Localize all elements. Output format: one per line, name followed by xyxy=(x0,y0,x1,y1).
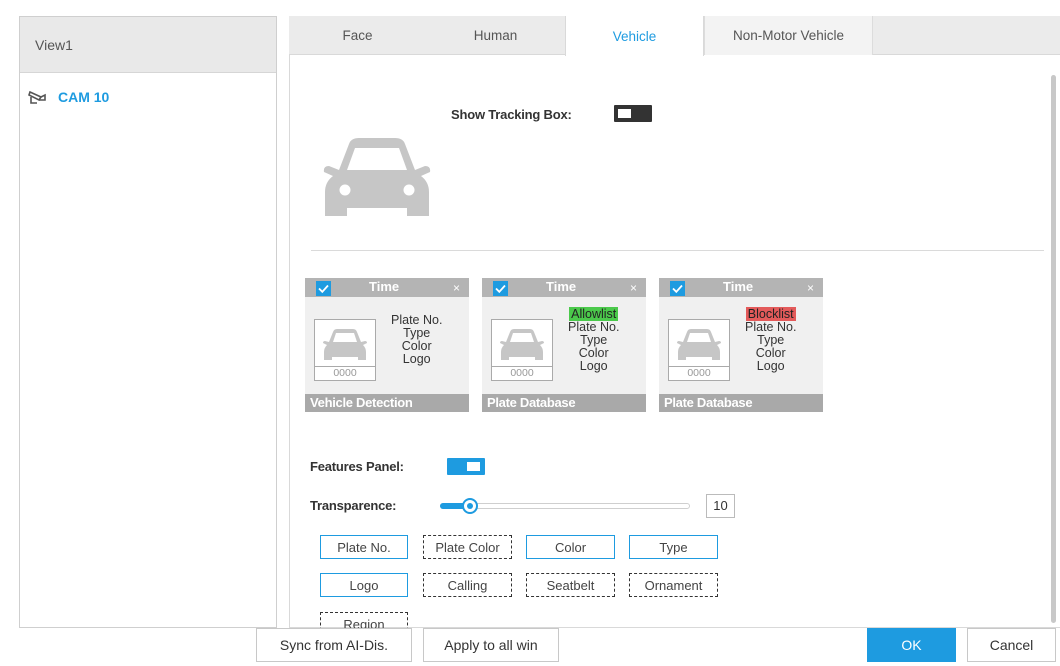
card-attributes: Blocklist Plate No. Type Color Logo xyxy=(745,307,796,373)
feature-logo[interactable]: Logo xyxy=(320,573,408,597)
preview-card-blocklist: Time × 0000 Blocklist Plate No. Type Col… xyxy=(659,278,823,412)
card-header: Time × xyxy=(659,278,823,297)
vehicle-car-icon xyxy=(323,138,431,216)
card-time-label: Time xyxy=(369,279,400,294)
card-car-thumbnail xyxy=(668,319,730,367)
view-panel: View1 CAM 10 xyxy=(19,16,277,628)
card-car-thumbnail xyxy=(314,319,376,367)
card-time-label: Time xyxy=(723,279,754,294)
feature-plate-no[interactable]: Plate No. xyxy=(320,535,408,559)
card-attributes: Plate No. Type Color Logo xyxy=(391,314,442,366)
check-icon xyxy=(672,284,683,294)
settings-panel: Face Human Vehicle Non-Motor Vehicle Sho… xyxy=(289,16,1060,636)
camera-icon xyxy=(28,90,46,104)
card-attr-logo: Logo xyxy=(756,359,785,373)
card-header: Time × xyxy=(482,278,646,297)
tab-face[interactable]: Face xyxy=(289,16,426,55)
view-title: View1 xyxy=(35,36,73,53)
tab-vehicle[interactable]: Vehicle xyxy=(565,16,704,56)
features-panel-label: Features Panel: xyxy=(310,459,404,474)
check-icon xyxy=(495,284,506,294)
card-plate-number: 0000 xyxy=(668,366,730,381)
content-scrollbar[interactable] xyxy=(1051,75,1056,623)
preview-card-allowlist: Time × 0000 Allowlist Plate No. Type Col… xyxy=(482,278,646,412)
camera-item[interactable]: CAM 10 xyxy=(20,79,276,115)
car-icon xyxy=(677,329,721,360)
card-plate-number: 0000 xyxy=(491,366,553,381)
card-footer: Plate Database xyxy=(659,394,823,412)
close-icon[interactable]: × xyxy=(807,281,814,295)
show-tracking-box-toggle[interactable] xyxy=(614,105,652,122)
tab-non-motor-vehicle[interactable]: Non-Motor Vehicle xyxy=(704,16,873,55)
apply-to-all-button[interactable]: Apply to all win xyxy=(423,628,559,662)
card-time-label: Time xyxy=(546,279,577,294)
ok-button[interactable]: OK xyxy=(867,628,956,662)
view-header[interactable]: View1 xyxy=(20,17,276,73)
blocklist-tag: Blocklist xyxy=(745,307,796,321)
allowlist-tag: Allowlist xyxy=(569,307,619,321)
card-car-thumbnail xyxy=(491,319,553,367)
card-checkbox[interactable] xyxy=(670,281,685,296)
card-footer: Vehicle Detection xyxy=(305,394,469,412)
card-header: Time × xyxy=(305,278,469,297)
card-attr-logo: Logo xyxy=(402,352,431,366)
feature-ornament[interactable]: Ornament xyxy=(629,573,718,597)
transparence-label: Transparence: xyxy=(310,498,397,513)
sync-from-ai-button[interactable]: Sync from AI-Dis. xyxy=(256,628,412,662)
preview-card-vehicle-detection: Time × 0000 Plate No. Type Color Logo Ve… xyxy=(305,278,469,412)
tab-bar: Face Human Vehicle Non-Motor Vehicle xyxy=(289,16,1060,56)
card-attributes: Allowlist Plate No. Type Color Logo xyxy=(568,307,619,373)
section-divider xyxy=(311,250,1044,251)
close-icon[interactable]: × xyxy=(453,281,460,295)
show-tracking-box-label: Show Tracking Box: xyxy=(451,107,572,122)
transparence-slider-thumb[interactable] xyxy=(462,498,478,514)
card-checkbox[interactable] xyxy=(316,281,331,296)
vehicle-tab-content: Show Tracking Box: Time × 0000 Plate No.… xyxy=(289,55,1060,636)
close-icon[interactable]: × xyxy=(630,281,637,295)
feature-type[interactable]: Type xyxy=(629,535,718,559)
feature-plate-color[interactable]: Plate Color xyxy=(423,535,512,559)
card-plate-number: 0000 xyxy=(314,366,376,381)
camera-label: CAM 10 xyxy=(58,89,110,105)
feature-color[interactable]: Color xyxy=(526,535,615,559)
transparence-value[interactable]: 10 xyxy=(706,494,735,518)
cancel-button[interactable]: Cancel xyxy=(967,628,1056,662)
features-panel-toggle[interactable] xyxy=(447,458,485,475)
car-icon xyxy=(500,329,544,360)
card-attr-logo: Logo xyxy=(579,359,608,373)
check-icon xyxy=(318,284,329,294)
car-icon xyxy=(323,329,367,360)
feature-seatbelt[interactable]: Seatbelt xyxy=(526,573,615,597)
card-checkbox[interactable] xyxy=(493,281,508,296)
card-footer: Plate Database xyxy=(482,394,646,412)
feature-calling[interactable]: Calling xyxy=(423,573,512,597)
toggle-knob xyxy=(618,109,631,118)
tab-human[interactable]: Human xyxy=(426,16,565,55)
toggle-knob xyxy=(467,462,480,471)
